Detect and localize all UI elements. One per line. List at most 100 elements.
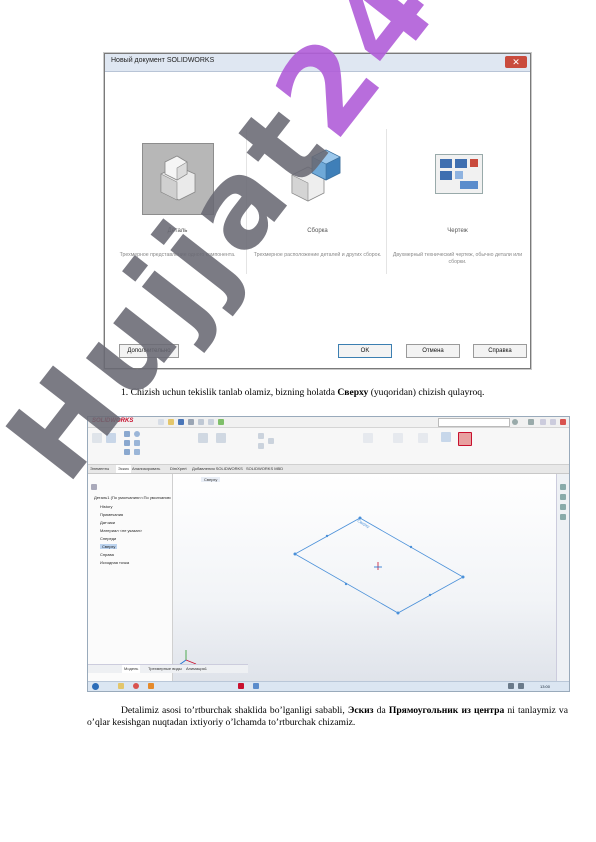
filter-icon[interactable] [91,484,97,490]
quick-snaps-icon[interactable] [418,433,428,443]
drawing-card[interactable] [435,154,483,194]
shaded-sketch-icon[interactable] [458,432,472,446]
tab-addins[interactable]: Добавления SOLIDWORKS [192,465,243,473]
sketch-exit-icon[interactable] [92,433,102,443]
assembly-label: Сборка [307,228,328,234]
part-card[interactable] [142,143,214,215]
drawing-label: Чертеж [447,228,468,234]
smart-dimension-icon[interactable] [106,433,116,443]
cancel-button[interactable]: Отмена [406,344,460,358]
network-icon [508,683,514,689]
tree-item-part[interactable]: Деталь1 (По умолчанию<<По умолчанию [94,495,171,500]
p2-text-a: Detalimiz asosi to’rtburchak shaklida bo… [121,705,348,716]
circle-icon[interactable] [134,431,140,437]
paragraph-step-1: 1. Chizish uchun tekislik tanlab olamiz,… [87,387,568,399]
ok-button[interactable]: OK [338,344,392,358]
move-icon[interactable] [268,438,274,444]
p1-text-a: 1. Chizish uchun tekislik tanlab olamiz,… [121,387,338,398]
close-icon[interactable] [560,419,566,425]
graphics-area[interactable]: Сверху Сверху [173,474,557,682]
solidworks-taskbar-icon[interactable] [238,683,244,689]
convert-icon[interactable] [216,433,226,443]
tab-model[interactable]: Модель [122,665,141,673]
top-plane[interactable] [173,474,557,682]
part-desc: Трехмерное представление одного компонен… [119,252,236,258]
assembly-desc: Трехмерное расположение деталей и других… [253,252,382,258]
tab-features[interactable]: Элементы [90,465,109,473]
tree-item-front[interactable]: Спереди [100,536,116,541]
print-icon[interactable] [188,419,194,425]
tree-item-material[interactable]: Материал <не указан> [100,528,142,533]
tab-dimxpert[interactable]: DimXpert [170,465,187,473]
drawing-desc: Двухмерный технический чертеж, обычно де… [392,252,523,265]
resources-icon[interactable] [560,484,566,490]
p2-text-c: da [373,705,389,716]
minimize-icon[interactable] [540,419,546,425]
arc-icon[interactable] [134,440,140,446]
new-icon[interactable] [158,419,164,425]
save-icon[interactable] [178,419,184,425]
tab-evaluate[interactable]: Анализировать [132,465,160,473]
new-document-dialog: Новый документ SOLIDWORKS ✕ Деталь Трехм… [104,53,531,369]
p1-text-c: (yuqoridan) chizish qulayroq. [368,387,485,398]
tree-item-top[interactable]: Сверху [100,544,118,549]
divider [386,129,387,274]
select-icon[interactable] [208,419,214,425]
tab-animation[interactable]: Анимация1 [186,665,207,673]
media-icon[interactable] [148,683,154,689]
advanced-button[interactable]: Дополнительно [119,344,179,358]
instant2d-icon[interactable] [441,432,451,442]
browser-icon[interactable] [133,683,139,689]
divider [246,129,247,274]
sw-logo: SOLIDWORKS [92,418,134,424]
part-icon [160,155,196,201]
tree-item-annotations[interactable]: Примечания [100,512,123,517]
design-library-icon[interactable] [560,494,566,500]
open-icon[interactable] [168,419,174,425]
app-icon[interactable] [253,683,259,689]
dialog-titlebar: Новый документ SOLIDWORKS ✕ [105,54,530,72]
appearances-icon[interactable] [560,514,566,520]
tree-item-right[interactable]: Справа [100,552,114,557]
start-icon[interactable] [92,683,99,690]
undo-icon[interactable] [198,419,204,425]
tree-item-origin[interactable]: Исходная точка [100,560,129,565]
volume-icon [518,683,524,689]
search-icon[interactable] [512,419,518,425]
rebuild-icon[interactable] [218,419,224,425]
ribbon [88,428,569,465]
feature-tree: Деталь1 (По умолчанию<<По умолчанию Hist… [88,474,173,682]
help-icon[interactable] [528,419,534,425]
drawing-icon [440,159,478,189]
explorer-icon[interactable] [118,683,124,689]
close-icon[interactable]: ✕ [505,56,527,68]
tab-3d-views[interactable]: Трехмерные виды [148,665,182,673]
tree-item-sensors[interactable]: Датчики [100,520,115,525]
trim-icon[interactable] [198,433,208,443]
rectangle-icon[interactable] [124,440,130,446]
dialog-title: Новый документ SOLIDWORKS [111,57,215,64]
paragraph-step-2: Detalimiz asosi to’rtburchak shaklida bo… [87,705,568,729]
tree-item-history[interactable]: History [100,504,112,509]
part-label: Деталь [167,228,188,234]
tab-sketch[interactable]: Эскиз [116,465,131,473]
clock: 13:00 [540,684,551,689]
assembly-icon [291,149,341,202]
maximize-icon[interactable] [550,419,556,425]
file-explorer-icon[interactable] [560,504,566,510]
search-field[interactable] [438,418,510,427]
assembly-card[interactable] [282,143,352,213]
p2-bold-rectangle: Прямоугольник из центра [388,705,505,716]
slot-icon[interactable] [124,449,130,455]
line-icon[interactable] [124,431,130,437]
display-relations-icon[interactable] [363,433,373,443]
tab-mbd[interactable]: SOLIDWORKS MBD [246,465,283,473]
menu-bar: SOLIDWORKS [88,417,569,428]
mirror-icon[interactable] [258,433,264,439]
bottom-tabs: Модель Трехмерные виды Анимация1 [88,664,248,673]
command-tabs: Элементы Эскиз Анализировать DimXpert До… [88,465,569,474]
repair-sketch-icon[interactable] [393,433,403,443]
help-button[interactable]: Справка [473,344,527,358]
linear-pattern-icon[interactable] [258,443,264,449]
polygon-icon[interactable] [134,449,140,455]
